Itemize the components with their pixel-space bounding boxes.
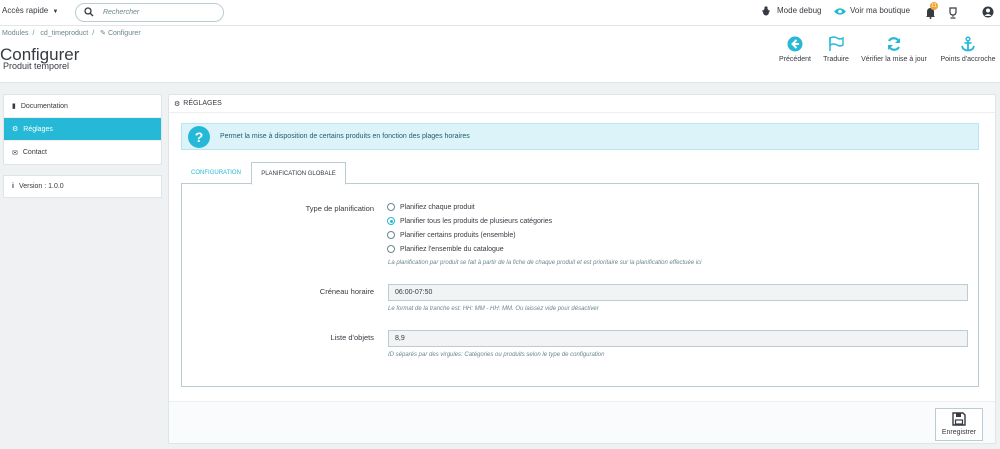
sidebar-menu: ▮ Documentation ⚙ Réglages ✉ Contact — [3, 94, 162, 165]
eye-icon — [834, 8, 846, 15]
user-avatar-icon[interactable] — [982, 6, 994, 18]
radio-button[interactable] — [387, 203, 395, 211]
breadcrumb-modules[interactable]: Modules — [2, 30, 28, 37]
view-shop-link[interactable]: Voir ma boutique — [850, 6, 910, 15]
top-bar: Accès rapide ▼ Rechercher Mode debug Voi… — [0, 0, 1000, 26]
radio-option-catalog[interactable]: Planifiez l'ensemble du catalogue — [387, 245, 504, 253]
alert-text: Permet la mise à disposition de certains… — [220, 133, 470, 140]
tab-configuration[interactable]: CONFIGURATION — [181, 162, 251, 184]
time-slot-label: Créneau horaire — [319, 287, 374, 296]
panel-title: RÉGLAGES — [183, 100, 222, 107]
search-icon — [84, 7, 94, 17]
radio-button-selected[interactable] — [387, 217, 395, 225]
radio-option-some-products[interactable]: Planifier certains produits (ensemble) — [387, 231, 516, 239]
search-input[interactable]: Rechercher — [103, 9, 139, 16]
page-header: Modules / cd_timeproduct / ✎ Configurer Co… — [0, 26, 1000, 83]
anchor-icon — [961, 36, 975, 52]
breadcrumb-configure: Configurer — [107, 30, 141, 37]
notification-badge: 11 — [930, 2, 938, 10]
radio-button[interactable] — [387, 245, 395, 253]
book-icon: ▮ — [12, 103, 16, 110]
refresh-icon — [887, 37, 901, 51]
settings-panel: ⚙ RÉGLAGES ? Permet la mise à dispositio… — [168, 94, 996, 444]
floppy-disk-icon — [952, 412, 966, 426]
search-box[interactable]: Rechercher — [75, 3, 224, 22]
caret-down-icon: ▼ — [52, 9, 59, 15]
save-button[interactable]: Enregistrer — [935, 408, 983, 441]
panel-footer: Enregistrer — [169, 401, 995, 443]
time-slot-input[interactable]: 06:00-07:50 — [388, 284, 968, 301]
question-icon: ? — [188, 125, 210, 148]
sidebar-item-documentation[interactable]: ▮ Documentation — [4, 95, 161, 118]
info-icon: i — [12, 183, 14, 190]
translate-button[interactable]: Traduire — [819, 36, 853, 63]
envelope-icon: ✉ — [12, 149, 18, 157]
back-circle-icon — [787, 36, 803, 52]
radio-option-each-product[interactable]: Planifiez chaque produit — [387, 203, 475, 211]
planning-type-label: Type de planification — [305, 204, 374, 213]
radio-button[interactable] — [387, 231, 395, 239]
cogs-icon: ⚙ — [12, 126, 19, 133]
trophy-icon[interactable] — [947, 7, 959, 19]
object-list-help: ID séparés par des virgules: Catégories … — [388, 352, 605, 358]
planning-type-help: La planification par produit se fait à p… — [388, 260, 702, 266]
object-list-input[interactable]: 8,9 — [388, 330, 968, 347]
planning-form: Type de planification Planifiez chaque p… — [181, 184, 979, 387]
cogs-icon: ⚙ — [174, 100, 181, 108]
wrench-icon: ✎ — [100, 30, 107, 37]
sidebar-item-contact[interactable]: ✉ Contact — [4, 141, 161, 164]
breadcrumb: Modules / cd_timeproduct / ✎ Configurer — [2, 30, 141, 37]
tab-bar: CONFIGURATION PLANIFICATION GLOBALE — [181, 162, 979, 185]
tab-global-planning[interactable]: PLANIFICATION GLOBALE — [251, 162, 346, 185]
back-button[interactable]: Précédent — [776, 36, 814, 63]
version-box: i Version : 1.0.0 — [3, 175, 162, 198]
sidebar-item-settings[interactable]: ⚙ Réglages — [4, 118, 161, 141]
check-update-button[interactable]: Vérifier la mise à jour — [857, 36, 931, 63]
breadcrumb-module[interactable]: cd_timeproduct — [40, 30, 88, 37]
quick-access-label: Accès rapide — [2, 6, 49, 15]
object-list-label: Liste d'objets — [330, 333, 374, 342]
time-slot-help: Le format de la tranche est: HH: MM - HH… — [388, 306, 599, 312]
debug-mode-link[interactable]: Mode debug — [777, 6, 821, 15]
panel-heading: ⚙ RÉGLAGES — [169, 95, 995, 113]
radio-option-categories[interactable]: Planifier tous les produits de plusieurs… — [387, 217, 552, 225]
page-subtitle: Produit temporel — [3, 61, 70, 71]
hooks-button[interactable]: Points d'accroche — [937, 36, 999, 63]
version-label: Version : 1.0.0 — [18, 183, 64, 190]
quick-access-menu[interactable]: Accès rapide ▼ — [2, 6, 58, 15]
bug-icon — [762, 6, 770, 16]
info-alert: ? Permet la mise à disposition de certai… — [181, 123, 979, 150]
flag-icon — [829, 36, 844, 51]
